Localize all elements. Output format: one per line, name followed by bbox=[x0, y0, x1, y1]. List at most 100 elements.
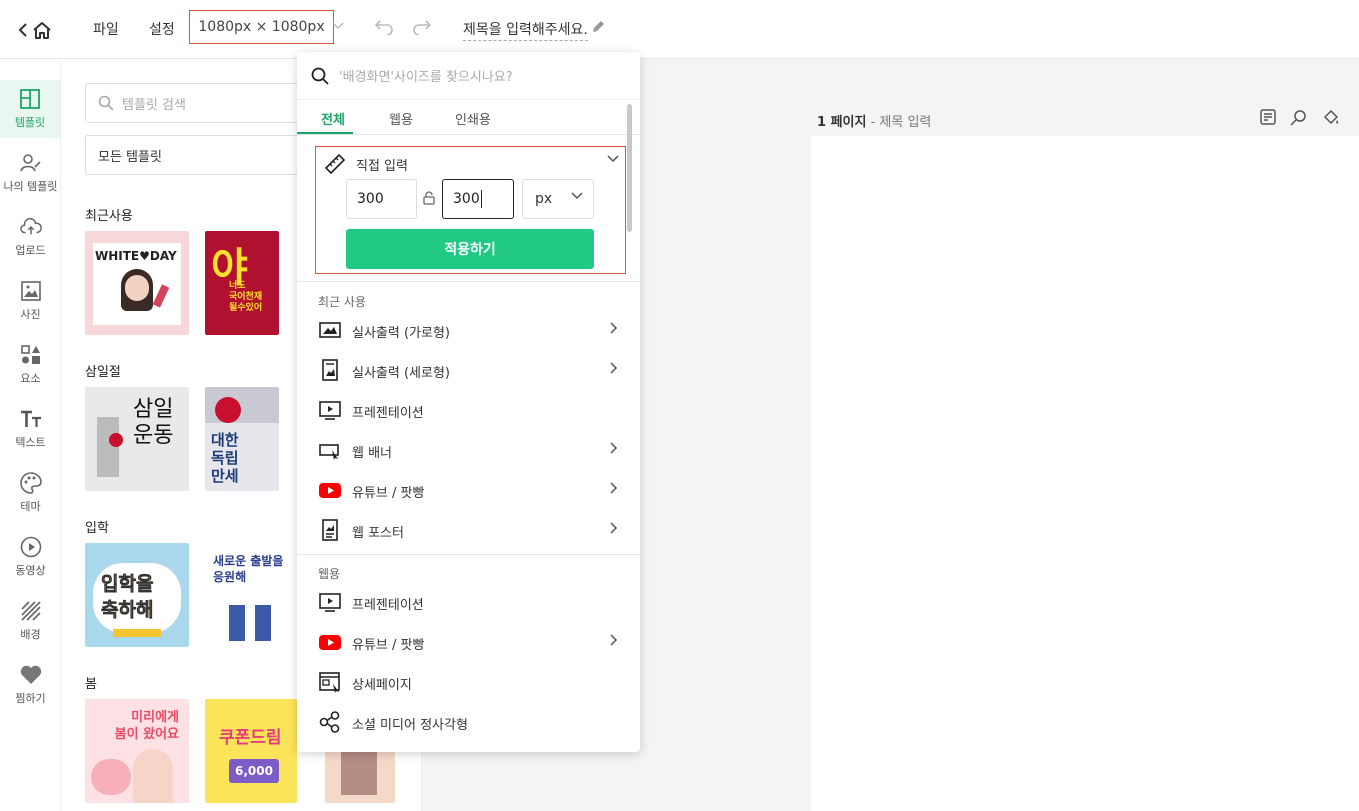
upload-icon bbox=[19, 216, 42, 238]
rail-item-photo[interactable]: 사진 bbox=[0, 272, 61, 330]
chevron-right-icon bbox=[610, 442, 618, 454]
template-filter-select[interactable]: 모든 템플릿 bbox=[85, 135, 315, 175]
rail-item-label: 테마 bbox=[20, 500, 41, 513]
thumb-text: 입학을 축하해 bbox=[101, 573, 154, 622]
undo-icon[interactable] bbox=[375, 19, 393, 35]
rail-item-my-template[interactable]: 나의 템플릿 bbox=[0, 144, 61, 202]
rail-item-label: 나의 템플릿 bbox=[3, 180, 58, 193]
divider bbox=[297, 281, 640, 282]
size-option-landscape-print[interactable]: 실사출력 (가로형) bbox=[297, 310, 640, 350]
template-thumb-whiteday[interactable]: WHITE♥DAY bbox=[85, 231, 189, 335]
template-icon bbox=[19, 88, 41, 110]
rail-item-theme[interactable]: 테마 bbox=[0, 464, 61, 522]
size-option-social-square[interactable]: 소셜 미디어 정사각형 bbox=[297, 702, 640, 742]
apply-button[interactable]: 적용하기 bbox=[346, 229, 594, 269]
background-icon bbox=[20, 600, 42, 622]
rail-item-video[interactable]: 동영상 bbox=[0, 528, 61, 586]
chevron-right-icon bbox=[610, 634, 618, 646]
detail-page-icon bbox=[319, 672, 340, 693]
direct-input-header[interactable]: 직접 입력 bbox=[324, 153, 408, 175]
size-option-portrait-print[interactable]: 실사출력 (세로형) bbox=[297, 350, 640, 390]
width-value: 300 bbox=[357, 191, 384, 207]
size-option-label: 프레젠테이션 bbox=[352, 406, 424, 421]
thumb-price: 6,000 bbox=[229, 759, 279, 783]
paint-bucket-icon[interactable] bbox=[1322, 109, 1340, 127]
size-option-label: 실사출력 (가로형) bbox=[352, 326, 450, 341]
template-thumb-bom[interactable]: 미리에게 봄이 왔어요 bbox=[85, 699, 189, 803]
photo-icon bbox=[20, 280, 42, 302]
youtube-icon bbox=[319, 635, 341, 650]
size-option-web-youtube[interactable]: 유튜브 / 팟빵 bbox=[297, 622, 640, 662]
lock-icon[interactable] bbox=[423, 191, 435, 205]
template-thumb-coupon[interactable]: 쿠폰드림 6,000 bbox=[205, 699, 297, 803]
canvas-size-button[interactable]: 1080px × 1080px bbox=[189, 10, 334, 44]
rail-item-label: 동영상 bbox=[15, 564, 46, 577]
size-option-label: 웹 포스터 bbox=[352, 526, 404, 541]
tab-print[interactable]: 인쇄용 bbox=[455, 109, 491, 128]
memo-icon[interactable] bbox=[1260, 109, 1276, 125]
size-dropdown: '배경화면'사이즈를 찾으시나요? 전체 웹용 인쇄용 직접 입력 300 30… bbox=[297, 52, 640, 752]
size-option-label: 실사출력 (세로형) bbox=[352, 366, 450, 381]
template-thumb-saeroun[interactable]: 새로운 출발을 응원해 bbox=[205, 543, 289, 647]
pencil-icon[interactable] bbox=[591, 20, 605, 34]
rail-item-label: 요소 bbox=[20, 372, 41, 385]
chevron-right-icon bbox=[610, 362, 618, 374]
palette-icon bbox=[19, 472, 42, 494]
chevron-down-icon bbox=[571, 192, 583, 200]
rail-item-label: 사진 bbox=[20, 308, 41, 321]
page-title[interactable]: - 제목 입력 bbox=[871, 115, 932, 130]
size-option-label: 유튜브 / 팟빵 bbox=[352, 638, 425, 653]
thumb-text: 쿠폰드림 bbox=[219, 728, 282, 748]
magic-search-icon[interactable] bbox=[1290, 109, 1308, 127]
size-option-youtube[interactable]: 유튜브 / 팟빵 bbox=[297, 470, 640, 510]
template-thumb-samil[interactable]: 삼일운동 bbox=[85, 387, 189, 491]
chevron-up-icon[interactable] bbox=[607, 155, 619, 163]
chevron-left-icon bbox=[18, 23, 27, 37]
width-input[interactable]: 300 bbox=[346, 179, 417, 219]
template-thumb-ya[interactable]: 야 너도 국어천재 될수있어 bbox=[205, 231, 279, 335]
rail-item-upload[interactable]: 업로드 bbox=[0, 208, 61, 266]
redo-icon[interactable] bbox=[413, 19, 431, 35]
presentation-icon bbox=[319, 593, 341, 612]
design-page[interactable] bbox=[811, 136, 1359, 811]
size-option-web-banner[interactable]: 웹 배너 bbox=[297, 430, 640, 470]
tab-all[interactable]: 전체 bbox=[321, 109, 345, 128]
back-home-button[interactable] bbox=[18, 19, 58, 41]
tab-underline bbox=[297, 132, 353, 134]
size-option-presentation[interactable]: 프레젠테이션 bbox=[297, 390, 640, 430]
rail-item-background[interactable]: 배경 bbox=[0, 592, 61, 650]
size-option-web-presentation[interactable]: 프레젠테이션 bbox=[297, 582, 640, 622]
search-placeholder: 템플릿 검색 bbox=[122, 97, 186, 113]
title-input[interactable]: 제목을 입력해주세요. bbox=[463, 19, 588, 41]
heart-icon bbox=[20, 664, 42, 686]
template-thumb-ipak[interactable]: 입학을 축하해 bbox=[85, 543, 189, 647]
rail-item-label: 업로드 bbox=[15, 244, 46, 257]
direct-input-section: 직접 입력 300 300 px 적용하기 bbox=[315, 146, 626, 274]
section-title: 최근사용 bbox=[85, 209, 133, 224]
section-title: 봄 bbox=[85, 677, 97, 692]
chevron-down-icon[interactable] bbox=[332, 20, 344, 30]
portrait-print-icon bbox=[322, 359, 338, 381]
file-menu[interactable]: 파일 bbox=[93, 19, 119, 39]
rail-item-text[interactable]: 텍스트 bbox=[0, 400, 61, 458]
size-option-detail-page[interactable]: 상세페이지 bbox=[297, 662, 640, 702]
scrollbar[interactable] bbox=[627, 104, 632, 232]
size-option-web-poster[interactable]: 웹 포스터 bbox=[297, 510, 640, 550]
elements-icon bbox=[20, 344, 42, 366]
rail-item-template[interactable]: 템플릿 bbox=[0, 80, 60, 138]
home-icon bbox=[33, 22, 51, 39]
settings-menu[interactable]: 설정 bbox=[149, 19, 175, 39]
search-icon bbox=[311, 67, 329, 85]
unit-select[interactable]: px bbox=[522, 179, 594, 219]
template-search-input[interactable]: 템플릿 검색 bbox=[85, 83, 315, 123]
size-search-input[interactable]: '배경화면'사이즈를 찾으시나요? bbox=[297, 52, 640, 100]
youtube-icon bbox=[319, 483, 341, 498]
rail-item-elements[interactable]: 요소 bbox=[0, 336, 61, 394]
tab-web[interactable]: 웹용 bbox=[389, 109, 413, 128]
section-title: 삼일절 bbox=[85, 365, 121, 380]
template-thumb-daehan[interactable]: 대한 독립 만세 bbox=[205, 387, 279, 491]
height-input[interactable]: 300 bbox=[442, 179, 514, 219]
chevron-right-icon bbox=[610, 522, 618, 534]
divider bbox=[297, 554, 640, 555]
rail-item-favorite[interactable]: 찜하기 bbox=[0, 656, 61, 714]
